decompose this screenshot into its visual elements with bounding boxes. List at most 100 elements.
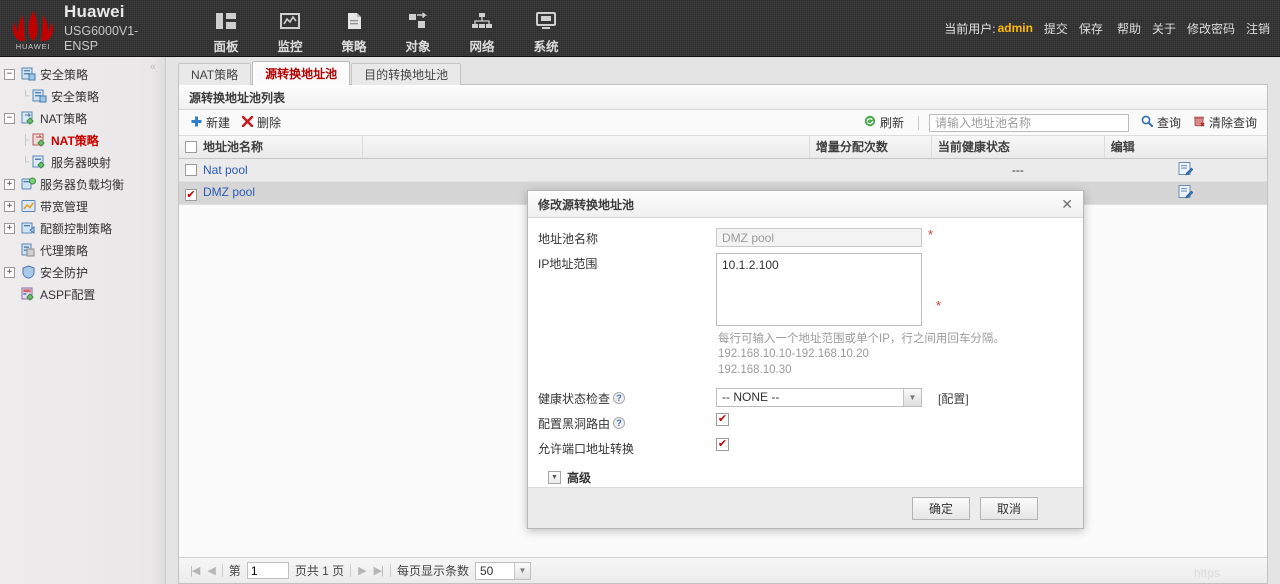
pool-name-input[interactable] xyxy=(716,228,922,247)
table-row[interactable]: Nat pool --- xyxy=(179,158,1267,181)
tab-destination-nat-address-pool[interactable]: 目的转换地址池 xyxy=(351,63,461,85)
query-button[interactable]: 查询 xyxy=(1137,113,1185,132)
sidebar-item-bandwidth-management[interactable]: + 带宽管理 xyxy=(0,195,165,217)
blackhole-checkbox[interactable]: ✔ xyxy=(716,413,729,426)
nav-item-object[interactable]: 对象 xyxy=(386,4,450,55)
help-icon[interactable]: ? xyxy=(613,417,625,429)
nav-label: 对象 xyxy=(405,36,430,55)
tab-source-nat-address-pool[interactable]: 源转换地址池 xyxy=(252,61,350,85)
header-action-save[interactable]: 保存 xyxy=(1079,20,1103,37)
nav-item-system[interactable]: 系统 xyxy=(514,4,578,55)
sidebar-collapse-icon[interactable]: « xyxy=(150,61,155,73)
pager-next-button[interactable]: ▶ xyxy=(357,564,366,577)
top-header-bar: HUAWEI Huawei USG6000V1-ENSP 面板 监控 策略 xyxy=(0,0,1280,57)
sidebar-item-nat-policy-group[interactable]: − NAT策略 xyxy=(0,107,165,129)
tree-toggle-icon[interactable]: + xyxy=(4,201,15,212)
advanced-section-toggle[interactable]: ▼ 高级 xyxy=(548,469,1071,486)
delete-button[interactable]: 删除 xyxy=(238,113,285,132)
pager-page-input[interactable] xyxy=(247,562,289,579)
nav-label: 监控 xyxy=(277,36,302,55)
nav-item-monitor[interactable]: 监控 xyxy=(258,4,322,55)
select-all-checkbox[interactable] xyxy=(185,141,197,153)
header-action-help[interactable]: 帮助 xyxy=(1117,20,1141,37)
new-button[interactable]: 新建 xyxy=(187,113,234,132)
chevron-down-icon[interactable]: ▼ xyxy=(548,471,561,484)
huawei-logo-icon: HUAWEI xyxy=(6,5,60,51)
clear-query-button[interactable]: 清除查询 xyxy=(1189,113,1261,132)
cell-alloc-count xyxy=(809,158,931,181)
chevron-down-icon[interactable]: ▼ xyxy=(903,389,921,406)
object-icon xyxy=(407,8,429,34)
tree-toggle-icon[interactable]: − xyxy=(4,113,15,124)
header-action-logout[interactable]: 注销 xyxy=(1246,20,1270,37)
edit-pencil-icon[interactable] xyxy=(1178,184,1193,202)
search-input[interactable] xyxy=(929,114,1129,132)
row-checkbox[interactable]: ✔ xyxy=(185,189,197,201)
cell-pool-name[interactable]: Nat pool xyxy=(179,158,362,181)
refresh-button[interactable]: 刷新 xyxy=(860,113,908,132)
sidebar-item-security-policy[interactable]: └ 安全策略 xyxy=(0,85,165,107)
current-user-label: 当前用户: xyxy=(944,20,995,37)
sidebar-item-proxy-policy[interactable]: 代理策略 xyxy=(0,239,165,261)
sidebar-item-security-policy-group[interactable]: − 安全策略 xyxy=(0,63,165,85)
cell-edit[interactable] xyxy=(1104,158,1267,181)
pool-name-control: * xyxy=(716,228,1071,247)
tree-guide-line: └ xyxy=(20,157,31,168)
tree-toggle-icon[interactable]: + xyxy=(4,179,15,190)
field-row-blackhole-route: 配置黑洞路由 ? ✔ xyxy=(538,413,1071,432)
ip-range-hint-line-1: 每行可输入一个地址范围或单个IP，行之间用回车分隔。 xyxy=(718,332,1071,347)
sidebar-item-aspf-config[interactable]: ASPF配置 xyxy=(0,283,165,305)
col-header-alloc-count: 增量分配次数 xyxy=(809,136,931,158)
nav-item-dashboard[interactable]: 面板 xyxy=(194,4,258,55)
close-icon[interactable]: ✕ xyxy=(1061,197,1073,211)
sidebar-item-server-load-balance[interactable]: + 服务器负载均衡 xyxy=(0,173,165,195)
per-page-select[interactable]: 50 ▼ xyxy=(475,562,531,580)
header-action-submit[interactable]: 提交 xyxy=(1044,20,1068,37)
tab-nat-policy[interactable]: NAT策略 xyxy=(178,63,251,85)
nat-policy-icon xyxy=(20,111,36,126)
tree-root: − 安全策略 └ 安全策略 − NAT策略 xyxy=(0,63,165,305)
tree-toggle-icon[interactable]: + xyxy=(4,267,15,278)
ok-button[interactable]: 确定 xyxy=(912,497,970,520)
sidebar-item-security-protection[interactable]: + 安全防护 xyxy=(0,261,165,283)
pool-name-link[interactable]: Nat pool xyxy=(203,163,248,177)
sidebar-item-label: 安全防护 xyxy=(40,264,88,281)
sidebar-item-quota-control-policy[interactable]: + 配额控制策略 xyxy=(0,217,165,239)
health-check-control: -- NONE -- ▼ [配置] xyxy=(716,388,1071,407)
sidebar-item-nat-policy[interactable]: ├ NAT策略 xyxy=(0,129,165,151)
health-check-config-link[interactable]: [配置] xyxy=(938,388,969,407)
body-wrapper: « − 安全策略 └ 安全策略 − xyxy=(0,57,1280,584)
sidebar-item-server-map[interactable]: └ 服务器映射 xyxy=(0,151,165,173)
cell-health-state: --- xyxy=(931,158,1104,181)
close-x-icon xyxy=(242,116,253,130)
new-button-label: 新建 xyxy=(206,114,230,131)
cell-edit[interactable] xyxy=(1104,181,1267,204)
pager-divider xyxy=(222,564,223,577)
pager-divider xyxy=(390,564,391,577)
quota-icon xyxy=(20,221,36,236)
row-checkbox[interactable] xyxy=(185,164,197,176)
tree-toggle-icon[interactable]: − xyxy=(4,69,15,80)
network-icon xyxy=(471,8,493,34)
port-translation-checkbox[interactable]: ✔ xyxy=(716,438,729,451)
pager-prev-button[interactable]: ◀ xyxy=(206,564,215,577)
brand-block: HUAWEI Huawei USG6000V1-ENSP xyxy=(0,2,166,54)
health-check-select[interactable]: -- NONE -- ▼ xyxy=(716,388,922,407)
chevron-down-icon[interactable]: ▼ xyxy=(514,563,530,579)
table-header-row: 地址池名称 增量分配次数 当前健康状态 编辑 xyxy=(179,136,1267,158)
tree-toggle-icon[interactable]: + xyxy=(4,223,15,234)
ip-range-textarea[interactable]: 10.1.2.100 xyxy=(716,253,922,326)
cancel-button[interactable]: 取消 xyxy=(980,497,1038,520)
nav-item-policy[interactable]: 策略 xyxy=(322,4,386,55)
pager-first-button[interactable]: |◀ xyxy=(189,564,200,577)
pool-name-link[interactable]: DMZ pool xyxy=(203,185,255,199)
nav-item-network[interactable]: 网络 xyxy=(450,4,514,55)
edit-pencil-icon[interactable] xyxy=(1178,161,1193,179)
help-icon[interactable]: ? xyxy=(613,392,625,404)
sidebar-item-label: 配额控制策略 xyxy=(40,220,112,237)
header-action-about[interactable]: 关于 xyxy=(1152,20,1176,37)
header-action-change-password[interactable]: 修改密码 xyxy=(1187,20,1235,37)
pager-last-button[interactable]: ▶| xyxy=(373,564,384,577)
cell-pool-name[interactable]: ✔ DMZ pool xyxy=(179,181,362,204)
port-translation-label: 允许端口地址转换 xyxy=(538,438,716,457)
